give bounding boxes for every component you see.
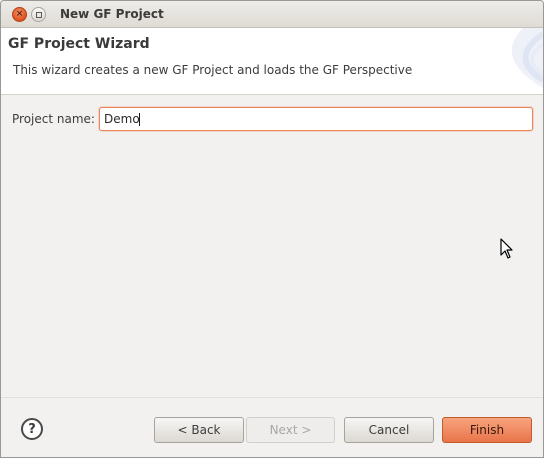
title-bar[interactable]: × New GF Project xyxy=(1,1,543,28)
banner-decoration xyxy=(511,28,543,88)
close-glyph: × xyxy=(15,9,24,19)
wizard-window: × New GF Project GF Project Wizard This … xyxy=(0,0,544,458)
footer-separator xyxy=(1,397,543,398)
text-caret xyxy=(139,113,140,126)
maximize-square xyxy=(35,11,42,18)
finish-button[interactable]: Finish xyxy=(442,417,532,443)
wizard-heading: GF Project Wizard xyxy=(8,36,150,52)
maximize-icon[interactable] xyxy=(31,7,46,22)
project-name-label: Project name: xyxy=(12,112,95,126)
cancel-button[interactable]: Cancel xyxy=(344,417,434,443)
wizard-description: This wizard creates a new GF Project and… xyxy=(13,63,413,77)
next-button[interactable]: Next > xyxy=(246,417,335,443)
project-name-row: Project name: xyxy=(12,107,533,131)
mouse-pointer-icon xyxy=(500,238,513,259)
back-button[interactable]: < Back xyxy=(154,417,244,443)
window-title: New GF Project xyxy=(60,7,164,21)
project-name-input[interactable] xyxy=(99,107,533,131)
close-icon[interactable]: × xyxy=(12,7,27,22)
help-glyph: ? xyxy=(28,421,36,437)
wizard-banner: GF Project Wizard This wizard creates a … xyxy=(1,28,543,95)
help-icon[interactable]: ? xyxy=(21,418,43,440)
